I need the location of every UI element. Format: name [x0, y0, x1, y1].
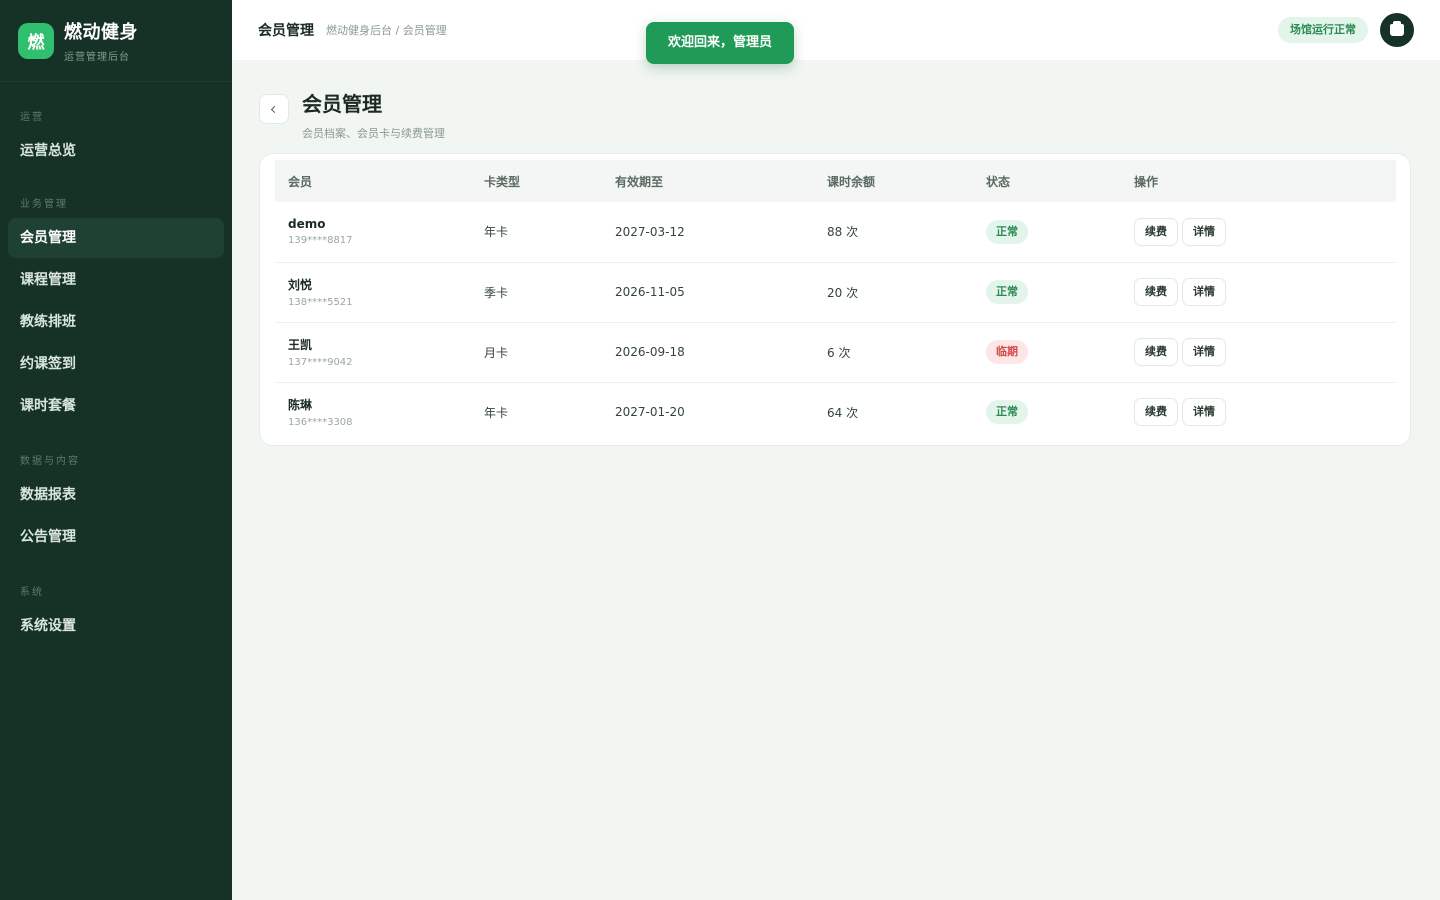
- renew-button[interactable]: 续费: [1134, 278, 1178, 306]
- sidebar-item-booking-checkin[interactable]: 约课签到: [8, 344, 224, 384]
- lesson-balance: 6 次: [827, 345, 851, 360]
- detail-button[interactable]: 详情: [1182, 338, 1226, 366]
- expiry-date: 2027-03-12: [615, 224, 685, 239]
- nav-group-label: 运营: [20, 112, 44, 123]
- status-badge: 正常: [986, 280, 1028, 304]
- user-icon: [1390, 21, 1404, 36]
- nav-group-data: 数据与内容 数据报表 公告管理: [0, 452, 232, 557]
- member-phone: 139****8817: [288, 235, 353, 247]
- table-header-row: 会员 卡类型 有效期至 课时余额 状态 操作: [275, 160, 1396, 202]
- status-badge: 正常: [986, 219, 1028, 244]
- member-phone: 138****5521: [288, 297, 353, 308]
- page-subtitle: 会员档案、会员卡与续费管理: [302, 127, 445, 140]
- column-header-actions: 操作: [1134, 174, 1159, 189]
- status-badge: 临期: [986, 340, 1028, 364]
- expiry-date: 2027-01-20: [615, 405, 685, 420]
- brand-subtitle: 运营管理后台: [64, 52, 130, 63]
- column-header-expiry: 有效期至: [615, 174, 664, 189]
- sidebar-item-coach-schedule[interactable]: 教练排班: [8, 302, 224, 342]
- expiry-date: 2026-11-05: [615, 285, 685, 299]
- sidebar-item-announcements[interactable]: 公告管理: [8, 517, 224, 557]
- members-card: 会员 卡类型 有效期至 课时余额 状态 操作 demo 139****8817 年…: [259, 153, 1411, 446]
- nav-group-business: 业务管理 会员管理 课程管理 教练排班 约课签到 课时套餐: [0, 195, 232, 426]
- member-name: 刘悦: [288, 278, 313, 292]
- members-table: 会员 卡类型 有效期至 课时余额 状态 操作 demo 139****8817 年…: [275, 160, 1396, 442]
- renew-button[interactable]: 续费: [1134, 338, 1178, 366]
- detail-button[interactable]: 详情: [1182, 398, 1226, 427]
- nav-group-operations: 运营 运营总览: [0, 108, 232, 171]
- detail-button[interactable]: 详情: [1182, 217, 1226, 246]
- back-button[interactable]: [259, 94, 289, 124]
- lesson-balance: 88 次: [827, 225, 859, 240]
- table-row: demo 139****8817 年卡 2027-03-12 88 次 正常 续费…: [275, 202, 1396, 262]
- detail-button[interactable]: 详情: [1182, 278, 1226, 306]
- column-header-card-type: 卡类型: [484, 174, 521, 189]
- card-type: 年卡: [484, 225, 509, 240]
- column-header-status: 状态: [986, 174, 1011, 189]
- page-title: 会员管理: [302, 92, 382, 116]
- card-type: 月卡: [484, 345, 509, 360]
- sidebar: 燃 燃动健身 运营管理后台 运营 运营总览 业务管理 会员管理 课程管理 教练排…: [0, 0, 232, 900]
- member-phone: 137****9042: [288, 357, 353, 368]
- card-type: 年卡: [484, 405, 509, 420]
- user-avatar[interactable]: [1380, 13, 1414, 47]
- member-phone: 136****3308: [288, 417, 353, 429]
- nav-group-label: 业务管理: [20, 199, 68, 210]
- expiry-date: 2026-09-18: [615, 345, 685, 359]
- table-row: 陈琳 136****3308 年卡 2027-01-20 64 次 正常 续费 详情: [275, 382, 1396, 442]
- sidebar-item-reports[interactable]: 数据报表: [8, 475, 224, 515]
- nav-group-label: 系统: [20, 587, 44, 598]
- topbar: 会员管理 燃动健身后台 / 会员管理 场馆运行正常: [232, 0, 1440, 60]
- chevron-left-icon: [270, 105, 278, 113]
- nav-group-system: 系统 系统设置: [0, 583, 232, 646]
- lesson-balance: 64 次: [827, 405, 859, 420]
- status-badge: 正常: [986, 400, 1028, 425]
- brand-title: 燃动健身: [64, 22, 138, 43]
- page-header: 会员管理 会员档案、会员卡与续费管理: [259, 88, 445, 141]
- sidebar-item-members[interactable]: 会员管理: [8, 218, 224, 258]
- brand: 燃 燃动健身 运营管理后台: [0, 0, 232, 82]
- breadcrumb: 燃动健身后台 / 会员管理: [326, 24, 447, 37]
- column-header-balance: 课时余额: [827, 174, 876, 189]
- renew-button[interactable]: 续费: [1134, 398, 1178, 427]
- sidebar-item-courses[interactable]: 课程管理: [8, 260, 224, 300]
- card-type: 季卡: [484, 285, 509, 300]
- nav-group-label: 数据与内容: [20, 456, 80, 467]
- member-name: 陈琳: [288, 398, 313, 413]
- welcome-toast: 欢迎回来，管理员: [646, 22, 794, 64]
- sidebar-item-overview[interactable]: 运营总览: [8, 131, 224, 171]
- member-name: 王凯: [288, 338, 313, 352]
- renew-button[interactable]: 续费: [1134, 217, 1178, 246]
- topbar-title: 会员管理: [258, 23, 314, 39]
- venue-status-badge: 场馆运行正常: [1278, 17, 1368, 43]
- lesson-balance: 20 次: [827, 285, 859, 300]
- sidebar-item-packages[interactable]: 课时套餐: [8, 386, 224, 426]
- member-name: demo: [288, 217, 326, 232]
- table-row: 王凯 137****9042 月卡 2026-09-18 6 次 临期 续费 详情: [275, 322, 1396, 382]
- brand-logo: 燃: [18, 22, 54, 59]
- table-row: 刘悦 138****5521 季卡 2026-11-05 20 次 正常 续费 详情: [275, 262, 1396, 322]
- sidebar-item-settings[interactable]: 系统设置: [8, 606, 224, 646]
- column-header-member: 会员: [288, 174, 313, 189]
